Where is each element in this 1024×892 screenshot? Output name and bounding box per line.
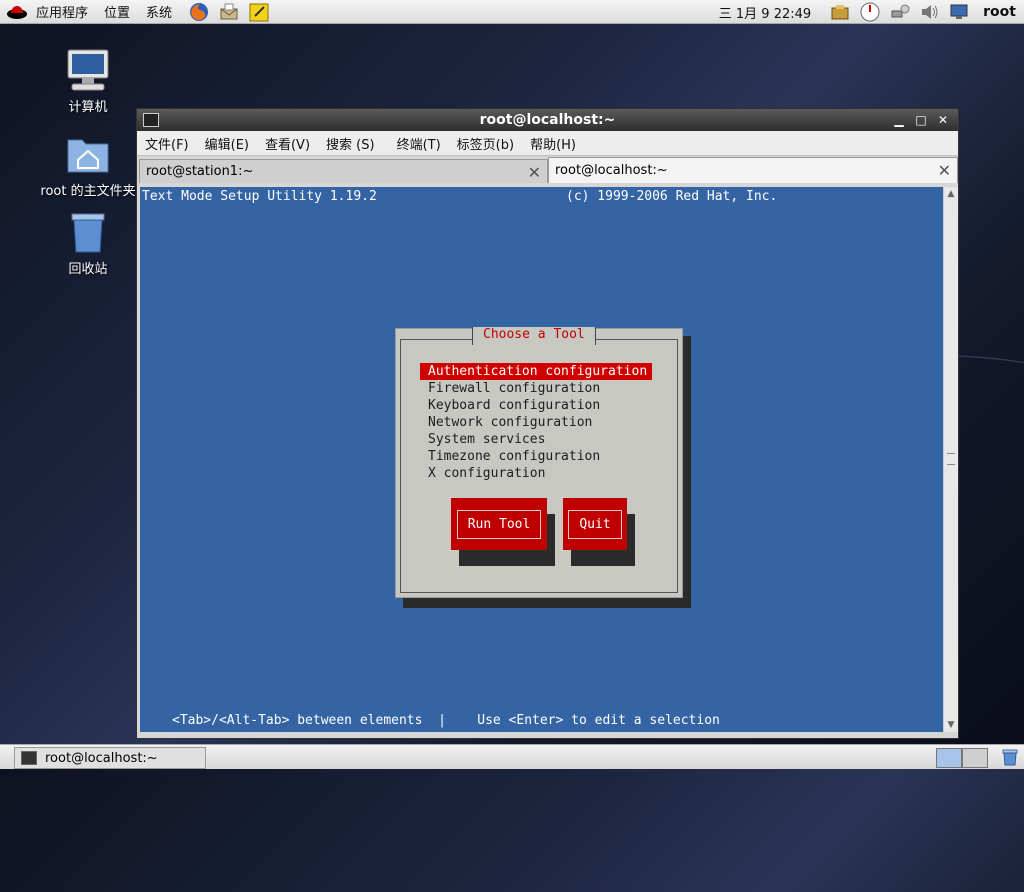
- close-window-button[interactable]: ✕: [934, 111, 952, 129]
- tab-localhost[interactable]: root@localhost:~ ✕: [548, 157, 958, 183]
- menu-edit[interactable]: 编辑(E): [197, 134, 257, 153]
- redhat-logo-icon[interactable]: [6, 2, 28, 22]
- list-item[interactable]: Network configuration: [420, 414, 652, 431]
- close-tab-icon[interactable]: ✕: [938, 161, 951, 180]
- desktop-icon-label: 计算机: [68, 100, 108, 115]
- menu-bar: 文件(F) 编辑(E) 查看(V) 搜索 (S) 终端(T) 标签页(b) 帮助…: [137, 131, 958, 156]
- header-right: (c) 1999-2006 Red Hat, Inc.: [566, 189, 778, 204]
- system-monitor-icon[interactable]: [859, 1, 881, 23]
- title-bar[interactable]: root@localhost:~ ▁ □ ✕: [137, 109, 958, 131]
- volume-icon[interactable]: [919, 1, 941, 23]
- button-label: Run Tool: [456, 509, 542, 539]
- list-item[interactable]: Keyboard configuration: [420, 397, 652, 414]
- network-icon[interactable]: [889, 1, 911, 23]
- run-tool-button[interactable]: Run Tool: [451, 498, 547, 550]
- user-menu[interactable]: root: [983, 4, 1016, 20]
- notes-editor-icon[interactable]: [248, 1, 270, 23]
- dialog-title: Choose a Tool: [472, 327, 596, 345]
- list-item[interactable]: System services: [420, 431, 652, 448]
- window-title: root@localhost:~: [479, 112, 616, 128]
- terminal-window: root@localhost:~ ▁ □ ✕ 文件(F) 编辑(E) 查看(V)…: [136, 108, 959, 739]
- terminal-screen[interactable]: Text Mode Setup Utility 1.19.2 (c) 1999-…: [140, 187, 943, 732]
- tab-bar: root@station1:~ ✕ root@localhost:~ ✕: [137, 156, 958, 183]
- tool-list: Authentication configuration Firewall co…: [420, 363, 652, 482]
- computer-icon: [64, 46, 112, 94]
- tab-label: root@localhost:~: [555, 163, 668, 178]
- menu-view[interactable]: 查看(V): [257, 134, 318, 153]
- scroll-thumb[interactable]: [947, 453, 955, 465]
- trash-icon: [64, 208, 112, 256]
- clock[interactable]: 三 1月 9 22:49: [719, 3, 811, 22]
- menu-file[interactable]: 文件(F): [137, 134, 197, 153]
- desktop-icon-computer[interactable]: 计算机: [40, 46, 136, 115]
- close-tab-icon[interactable]: ✕: [528, 163, 541, 182]
- list-item[interactable]: X configuration: [420, 465, 652, 482]
- bottom-panel: root@localhost:~: [0, 744, 1024, 769]
- menu-tabs[interactable]: 标签页(b): [449, 134, 522, 153]
- menu-terminal[interactable]: 终端(T): [389, 134, 449, 153]
- scrollbar[interactable]: ▲ ▼: [943, 187, 958, 732]
- workspace-1[interactable]: [936, 748, 962, 768]
- firefox-icon[interactable]: [188, 1, 210, 23]
- desktop-icon-trash[interactable]: 回收站: [40, 208, 136, 277]
- terminal-icon: [21, 751, 37, 765]
- trash-applet-icon[interactable]: [1000, 747, 1020, 767]
- home-folder-icon: [64, 130, 112, 178]
- menu-search[interactable]: 搜索 (S): [318, 134, 383, 153]
- choose-tool-dialog: Choose a Tool Authentication configurati…: [395, 327, 683, 598]
- tab-label: root@station1:~: [146, 164, 254, 179]
- minimize-button[interactable]: ▁: [890, 111, 908, 129]
- list-item[interactable]: Timezone configuration: [420, 448, 652, 465]
- desktop-icon-home[interactable]: root 的主文件夹: [40, 130, 136, 199]
- scroll-down-icon[interactable]: ▼: [944, 718, 958, 732]
- update-notifier-icon[interactable]: [829, 1, 851, 23]
- applications-menu[interactable]: 应用程序: [28, 2, 96, 21]
- system-menu[interactable]: 系统: [138, 2, 180, 21]
- list-item[interactable]: Authentication configuration: [420, 363, 652, 380]
- menu-help[interactable]: 帮助(H): [522, 134, 584, 153]
- places-menu[interactable]: 位置: [96, 2, 138, 21]
- workspace-2[interactable]: [962, 748, 988, 768]
- top-panel: 应用程序 位置 系统 三 1月 9 22:49 root: [0, 0, 1024, 24]
- scroll-up-icon[interactable]: ▲: [944, 187, 958, 201]
- desktop-icon-label: 回收站: [68, 262, 108, 277]
- help-footer: <Tab>/<Alt-Tab> between elements | Use <…: [172, 713, 720, 728]
- taskbar-label: root@localhost:~: [45, 750, 158, 766]
- header-left: Text Mode Setup Utility 1.19.2: [142, 189, 377, 204]
- tab-station1[interactable]: root@station1:~ ✕: [139, 159, 548, 183]
- mail-client-icon[interactable]: [218, 1, 240, 23]
- list-item[interactable]: Firewall configuration: [420, 380, 652, 397]
- maximize-button[interactable]: □: [912, 111, 930, 129]
- quit-button[interactable]: Quit: [563, 498, 627, 550]
- button-label: Quit: [568, 509, 622, 539]
- desktop-icon-label: root 的主文件夹: [40, 184, 136, 199]
- taskbar-terminal[interactable]: root@localhost:~: [14, 747, 206, 769]
- display-icon[interactable]: [949, 1, 971, 23]
